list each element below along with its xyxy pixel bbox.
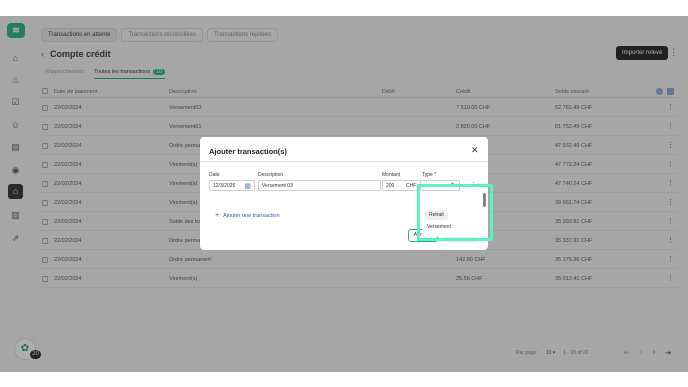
description-label: Description	[258, 172, 284, 178]
close-icon[interactable]: ✕	[471, 145, 479, 156]
amount-label: Montant	[382, 172, 401, 178]
currency-label: CHF	[406, 183, 417, 189]
date-field[interactable]: 12/3/2025 ▦	[209, 180, 255, 191]
date-label: Date	[209, 172, 220, 178]
calendar-icon[interactable]: ▦	[244, 182, 251, 190]
dialog-title: Ajouter transaction(s)	[209, 147, 287, 156]
type-label: Type *	[422, 172, 437, 178]
app-frame: ≋ ⌂ ♨ ☑ ☺ ▤ ◉ ⌂ ▥ ⇗ Transactions en atte…	[0, 16, 688, 372]
add-transaction-link[interactable]: + Ajouter une transaction	[215, 212, 280, 219]
description-field[interactable]: Versement 03	[258, 180, 381, 191]
plus-icon: +	[215, 212, 220, 219]
focus-highlight	[417, 184, 493, 241]
divider	[200, 161, 488, 162]
